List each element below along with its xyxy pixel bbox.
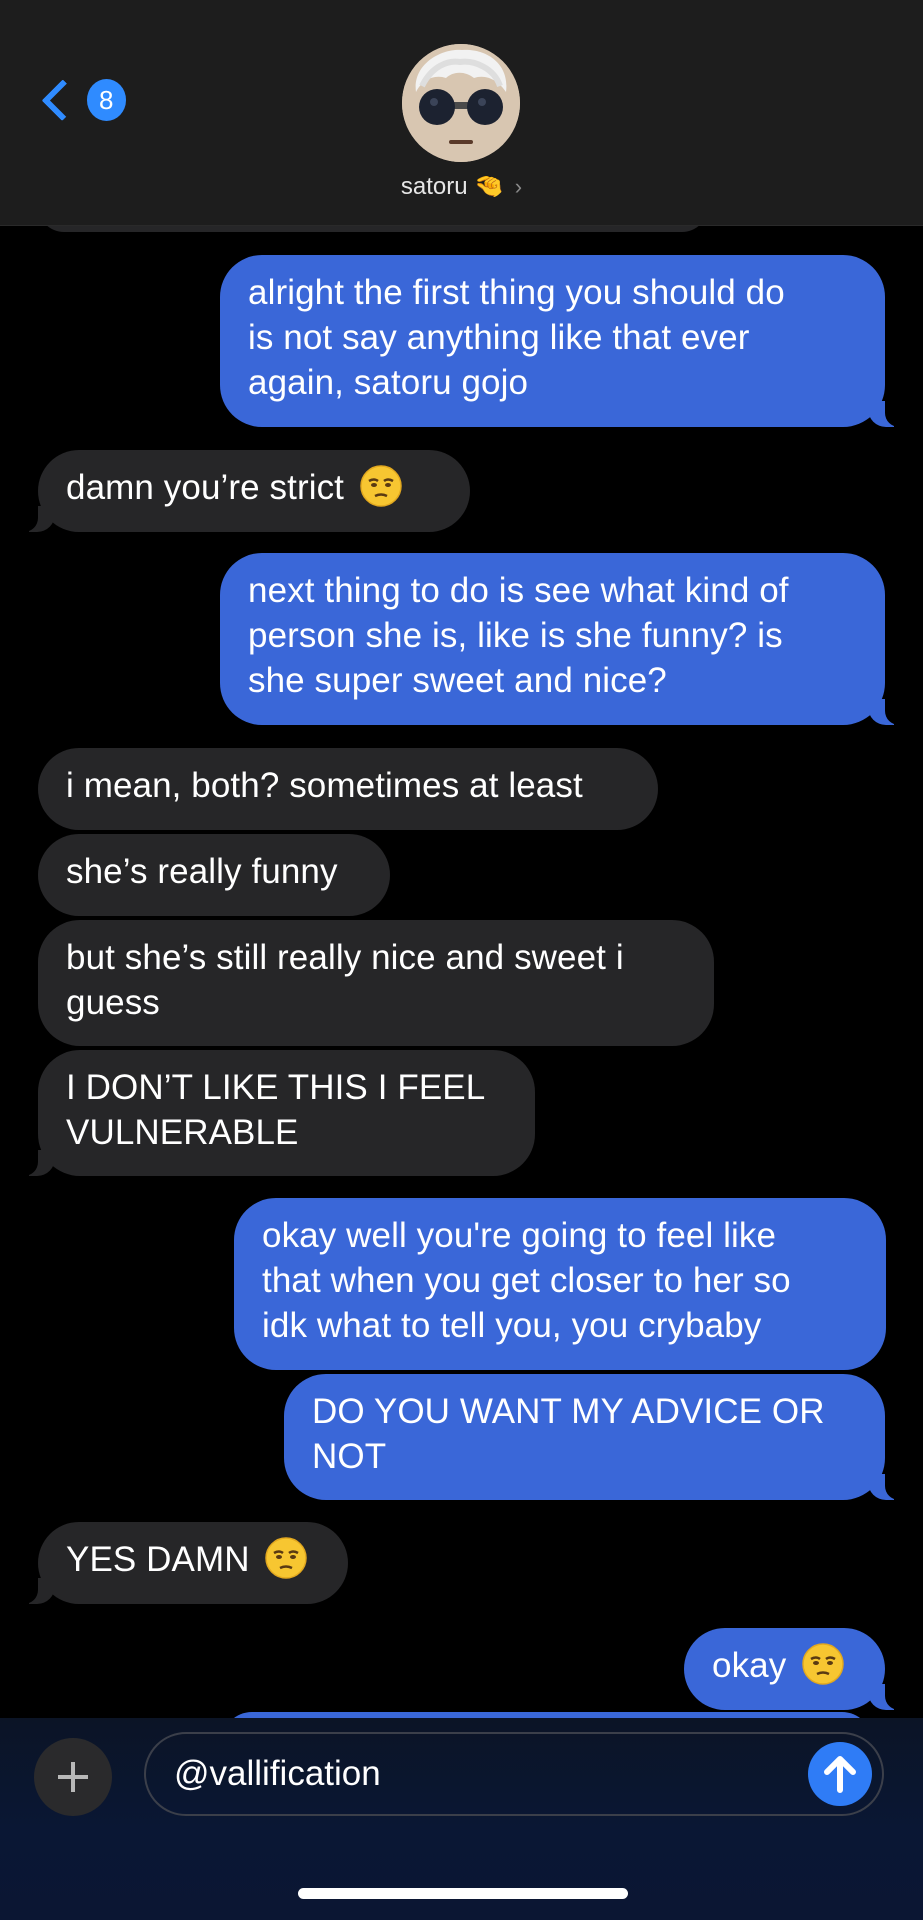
message-text-line: VULNERABLE xyxy=(66,1113,299,1152)
message-bubble-incoming[interactable]: damn you’re strict xyxy=(16,450,470,532)
contact-avatar[interactable] xyxy=(402,44,520,162)
message-input-text: @vallification xyxy=(174,1754,381,1793)
unamused-face-emoji xyxy=(360,465,402,507)
message-text-line: NOT xyxy=(312,1437,387,1476)
message-bubble-incoming[interactable]: she’s really funny xyxy=(38,834,390,916)
message-text-line: that when you get closer to her so xyxy=(262,1261,791,1300)
unamused-face-emoji xyxy=(265,1537,308,1579)
add-attachment-button[interactable] xyxy=(34,1738,112,1816)
message-bubble-incoming[interactable]: i mean, both? sometimes at least xyxy=(38,748,658,830)
message-text-line: I DON’T LIKE THIS I FEEL xyxy=(66,1068,486,1107)
contact-emoji: 🤏 xyxy=(474,173,505,200)
message-bubble-incoming[interactable]: YES DAMN xyxy=(16,1522,348,1604)
back-button[interactable]: 8 xyxy=(36,70,126,130)
message-text-line: again, satoru gojo xyxy=(248,363,529,402)
message-text: damn you’re strict xyxy=(66,468,345,507)
message-text-line: she super sweet and nice? xyxy=(248,661,667,700)
message-bubble-incoming[interactable]: I DON’T LIKE THIS I FEEL VULNERABLE xyxy=(16,1050,535,1176)
avatar-memoji xyxy=(402,44,520,162)
message-text-line: person she is, like is she funny? is xyxy=(248,616,783,655)
message-text: i mean, both? sometimes at least xyxy=(66,766,583,805)
message-text-line: alright the first thing you should do xyxy=(248,273,785,312)
message-text-line: okay well you're going to feel like xyxy=(262,1216,777,1255)
conversation-header: 8 satoru 🤏 › xyxy=(0,0,923,226)
arrow-up-icon xyxy=(824,1756,856,1793)
message-bubble-outgoing[interactable]: okay well you're going to feel like that… xyxy=(234,1198,886,1370)
message-bubble-outgoing[interactable]: DO YOU WANT MY ADVICE OR NOT xyxy=(284,1374,907,1500)
message-text: YES DAMN xyxy=(66,1540,250,1579)
message-text: she’s really funny xyxy=(66,852,338,891)
message-text-line: but she’s still really nice and sweet i xyxy=(66,938,624,977)
message-input[interactable]: @vallification xyxy=(144,1732,884,1816)
contact-name: satoru xyxy=(400,173,468,200)
contact-name-button[interactable]: satoru 🤏 › xyxy=(0,172,923,201)
chevron-right-icon: › xyxy=(514,174,523,199)
unamused-face-emoji xyxy=(802,1643,844,1685)
message-bubble-outgoing[interactable]: alright the first thing you should do is… xyxy=(220,255,907,427)
message-text-line: idk what to tell you, you crybaby xyxy=(262,1306,762,1345)
message-text-line: is not say anything like that ever xyxy=(248,318,750,357)
unread-count-badge: 8 xyxy=(86,79,126,121)
message-text-line: next thing to do is see what kind of xyxy=(248,571,789,610)
message-bubble-outgoing[interactable]: next thing to do is see what kind of per… xyxy=(220,553,907,725)
home-indicator[interactable] xyxy=(298,1888,628,1899)
message-composer: @vallification xyxy=(0,1718,923,1920)
send-button[interactable] xyxy=(808,1742,872,1806)
message-bubble-incoming[interactable]: but she’s still really nice and sweet i … xyxy=(38,920,714,1046)
message-text-line: DO YOU WANT MY ADVICE OR xyxy=(312,1392,825,1431)
chevron-left-icon xyxy=(41,79,83,121)
message-text: okay xyxy=(712,1646,787,1685)
messages-screen: 8 satoru 🤏 › alright the first thing you… xyxy=(0,0,923,1920)
message-text-line: guess xyxy=(66,983,160,1022)
message-bubble-outgoing[interactable]: okay xyxy=(684,1628,907,1710)
